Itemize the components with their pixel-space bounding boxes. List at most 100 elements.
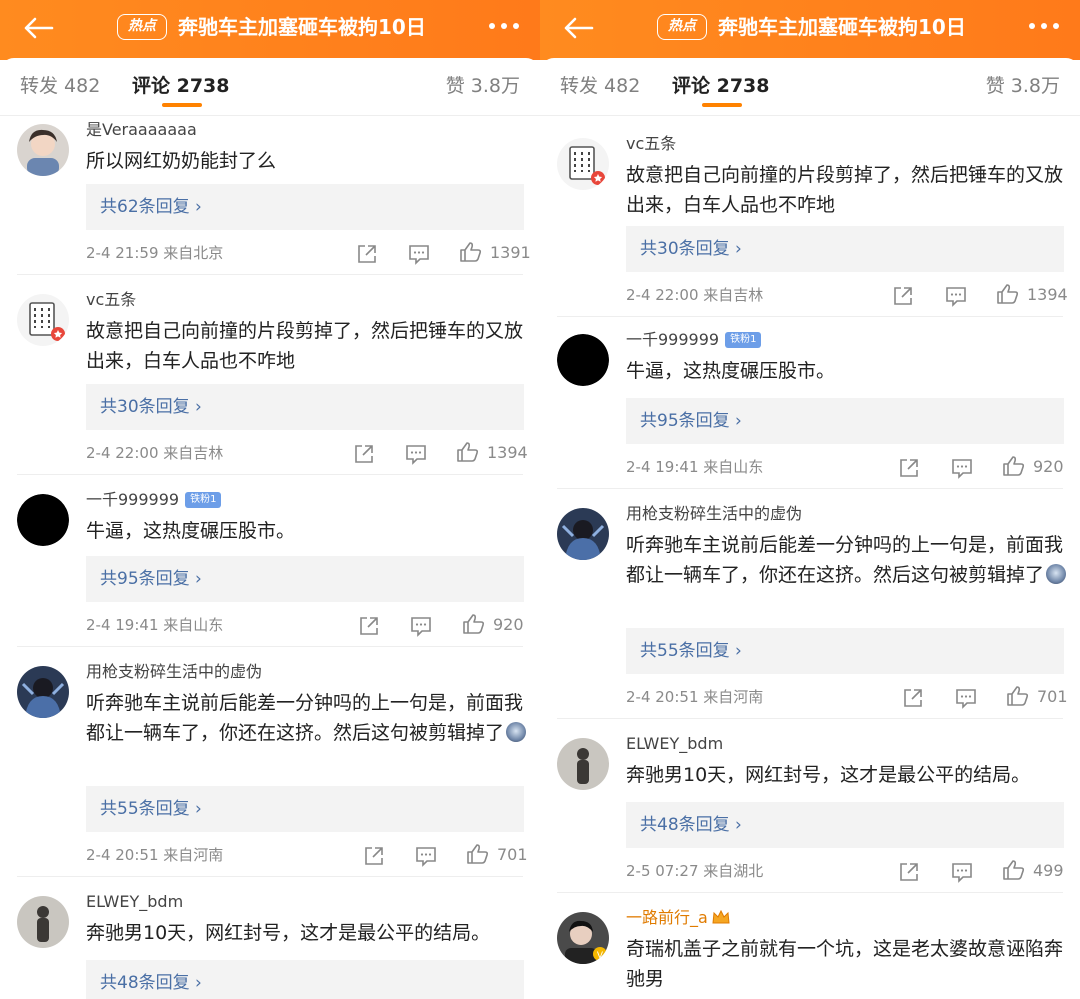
more-dots-icon[interactable] <box>1028 22 1060 30</box>
username[interactable]: 一千999999 铁粉1 <box>626 328 762 352</box>
share-icon[interactable] <box>892 284 914 308</box>
comment-meta: 2-5 07:27 来自湖北 <box>626 862 764 880</box>
comment-meta: 2-4 22:00 来自吉林 <box>86 444 224 462</box>
comment-icon[interactable] <box>410 614 432 638</box>
replies-link[interactable]: 共55条回复 › <box>626 628 1064 674</box>
replies-link[interactable]: 共30条回复 › <box>626 226 1064 272</box>
avatar[interactable] <box>17 124 69 176</box>
share-icon[interactable] <box>353 442 375 466</box>
comment-icon[interactable] <box>415 844 437 868</box>
tab-likes[interactable]: 赞 3.8万 <box>446 72 520 100</box>
fan-badge: 铁粉1 <box>725 332 762 348</box>
avatar[interactable]: V <box>557 912 609 964</box>
tab-bar: 转发 482 评论 2738 赞 3.8万 <box>0 58 540 116</box>
comment-meta: 2-4 19:41 来自山东 <box>86 616 224 634</box>
username[interactable]: vc五条 <box>86 288 136 312</box>
tab-repost[interactable]: 转发 482 <box>560 72 640 100</box>
like-thumb-icon[interactable] <box>462 612 486 636</box>
right-screen: 热点 奔驰车主加塞砸车被拘10日 转发 482 评论 2738 赞 3.8万 v… <box>540 0 1080 999</box>
divider <box>557 892 1063 893</box>
topic-header: 热点 奔驰车主加塞砸车被拘10日 <box>0 0 540 60</box>
comment-text-body: 听奔驰车主说前后能差一分钟吗的上一句是，前面我都让一辆车了，你还在这挤。然后这句… <box>86 692 524 744</box>
back-arrow-icon[interactable] <box>562 16 594 40</box>
replies-link[interactable]: 共48条回复 › <box>626 802 1064 848</box>
avatar[interactable] <box>17 666 69 718</box>
username[interactable]: 是Veraaaaaaa <box>86 118 197 142</box>
tab-comments[interactable]: 评论 2738 <box>132 72 230 100</box>
avatar[interactable] <box>557 138 609 190</box>
share-icon[interactable] <box>358 614 380 638</box>
replies-label: 共95条回复 › <box>100 569 202 589</box>
comment-icon[interactable] <box>955 686 977 710</box>
comment-meta: 2-4 20:51 来自河南 <box>86 846 224 864</box>
replies-link[interactable]: 共62条回复 › <box>86 184 524 230</box>
username[interactable]: ELWEY_bdm <box>626 732 723 756</box>
comment-meta: 2-4 20:51 来自河南 <box>626 688 764 706</box>
tab-likes[interactable]: 赞 3.8万 <box>986 72 1060 100</box>
comment-text: 听奔驰车主说前后能差一分钟吗的上一句是，前面我都让一辆车了，你还在这挤。然后这句… <box>86 688 527 748</box>
tab-repost[interactable]: 转发 482 <box>20 72 100 100</box>
comment-icon[interactable] <box>951 860 973 884</box>
share-icon[interactable] <box>898 860 920 884</box>
avatar[interactable] <box>557 738 609 790</box>
like-count: 701 <box>1037 687 1068 706</box>
username[interactable]: 一千999999 铁粉1 <box>86 488 222 512</box>
divider <box>557 316 1063 317</box>
like-count: 920 <box>1033 457 1064 476</box>
username[interactable]: vc五条 <box>626 132 676 156</box>
hot-badge: 热点 <box>117 14 167 40</box>
avatar[interactable] <box>557 508 609 560</box>
share-icon[interactable] <box>902 686 924 710</box>
avatar[interactable] <box>17 494 69 546</box>
replies-label: 共95条回复 › <box>640 411 742 431</box>
share-icon[interactable] <box>898 456 920 480</box>
share-icon[interactable] <box>356 242 378 266</box>
like-thumb-icon[interactable] <box>456 440 480 464</box>
username-label: 一路前行_a <box>626 908 708 927</box>
avatar[interactable] <box>17 896 69 948</box>
like-thumb-icon[interactable] <box>459 240 483 264</box>
replies-label: 共48条回复 › <box>640 815 742 835</box>
like-count: 1394 <box>1027 285 1068 304</box>
avatar[interactable] <box>17 294 69 346</box>
comment-icon[interactable] <box>408 242 430 266</box>
username[interactable]: 一路前行_a <box>626 906 730 930</box>
comment-text: 奔驰男10天，网红封号，这才是最公平的结局。 <box>86 922 491 944</box>
like-thumb-icon[interactable] <box>1006 684 1030 708</box>
divider <box>17 646 523 647</box>
replies-link[interactable]: 共95条回复 › <box>626 398 1064 444</box>
comment-text-body: 听奔驰车主说前后能差一分钟吗的上一句是，前面我都让一辆车了，你还在这挤。然后这句… <box>626 534 1064 586</box>
comment-text: 故意把自己向前撞的片段剪掉了，然后把锤车的又放出来，白车人品也不咋地 <box>626 164 1064 216</box>
avatar[interactable] <box>557 334 609 386</box>
replies-link[interactable]: 共95条回复 › <box>86 556 524 602</box>
divider <box>17 876 523 877</box>
comment-meta: 2-4 19:41 来自山东 <box>626 458 764 476</box>
comment-text: 牛逼，这热度碾压股市。 <box>626 360 836 382</box>
replies-label: 共62条回复 › <box>100 197 202 217</box>
replies-label: 共48条回复 › <box>100 973 202 993</box>
more-dots-icon[interactable] <box>488 22 520 30</box>
comment-icon[interactable] <box>951 456 973 480</box>
comment-icon[interactable] <box>405 442 427 466</box>
hot-badge: 热点 <box>657 14 707 40</box>
like-thumb-icon[interactable] <box>996 282 1020 306</box>
like-thumb-icon[interactable] <box>1002 454 1026 478</box>
replies-link[interactable]: 共30条回复 › <box>86 384 524 430</box>
replies-label: 共30条回复 › <box>100 397 202 417</box>
username[interactable]: ELWEY_bdm <box>86 890 183 914</box>
like-thumb-icon[interactable] <box>1002 858 1026 882</box>
comment-text: 所以网红奶奶能封了么 <box>86 150 277 172</box>
share-icon[interactable] <box>363 844 385 868</box>
username[interactable]: 用枪支粉碎生活中的虚伪 <box>86 660 262 684</box>
left-screen: 热点 奔驰车主加塞砸车被拘10日 转发 482 评论 2738 赞 3.8万 是… <box>0 0 540 999</box>
tab-comments[interactable]: 评论 2738 <box>672 72 770 100</box>
replies-link[interactable]: 共48条回复 › <box>86 960 524 999</box>
comment-icon[interactable] <box>945 284 967 308</box>
tab-underline <box>162 103 202 107</box>
replies-link[interactable]: 共55条回复 › <box>86 786 524 832</box>
username-label: 一千999999 <box>86 490 180 509</box>
back-arrow-icon[interactable] <box>22 16 54 40</box>
replies-label: 共55条回复 › <box>100 799 202 819</box>
like-thumb-icon[interactable] <box>466 842 490 866</box>
username[interactable]: 用枪支粉碎生活中的虚伪 <box>626 502 802 526</box>
